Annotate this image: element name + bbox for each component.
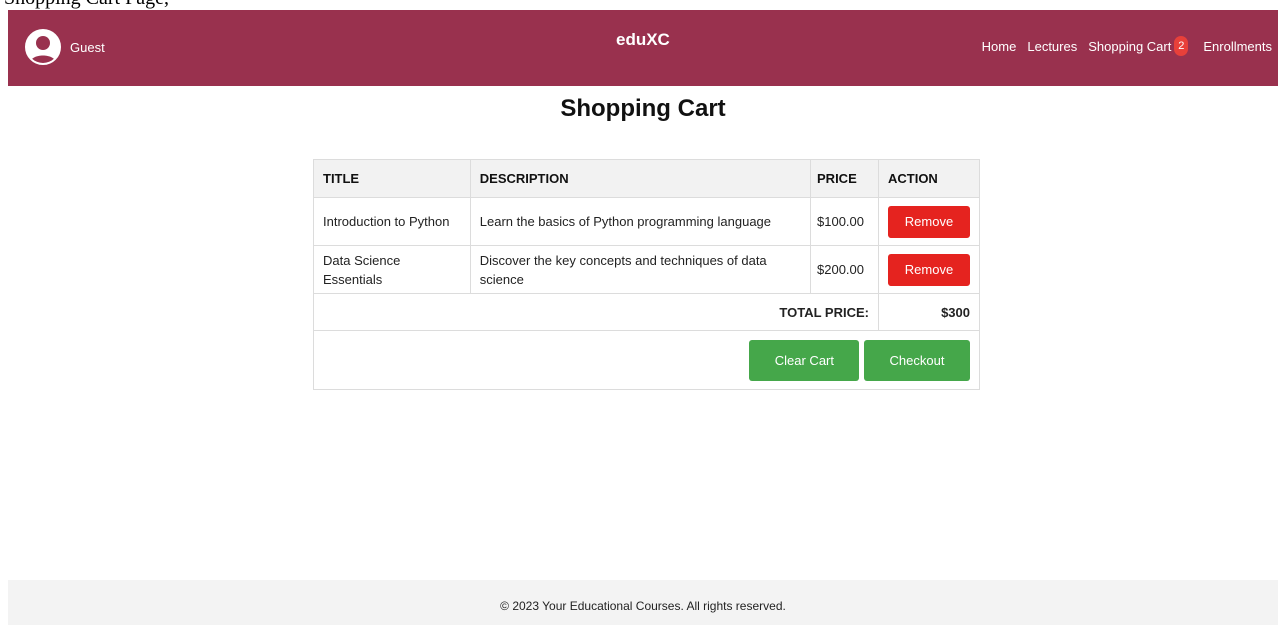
nav-shopping-cart-label: Shopping Cart <box>1088 38 1172 54</box>
nav-links: Home Lectures Shopping Cart 2 Enrollment… <box>971 36 1272 56</box>
item-title: Data Science Essentials <box>313 245 471 294</box>
cart-actions-row: Clear Cart Checkout <box>313 330 980 390</box>
item-action-cell: Remove <box>877 197 981 246</box>
item-price: $200.00 <box>810 245 879 294</box>
brand-logo[interactable]: eduXC <box>616 30 670 50</box>
tab-strip-text: Shopping Cart Page, <box>4 0 169 9</box>
user-avatar-icon[interactable] <box>25 29 61 65</box>
total-row: TOTAL PRICE: $300 <box>313 293 981 331</box>
user-menu[interactable]: Guest <box>25 29 105 65</box>
cart-actions-cell: Clear Cart Checkout <box>313 330 980 390</box>
navbar: Guest eduXC Home Lectures Shopping Cart … <box>8 10 1278 86</box>
item-title: Introduction to Python <box>313 197 471 246</box>
header-action: ACTION <box>877 159 981 198</box>
item-description: Learn the basics of Python programming l… <box>469 197 812 246</box>
item-description: Discover the key concepts and techniques… <box>469 245 812 294</box>
item-price: $100.00 <box>810 197 879 246</box>
checkout-button[interactable]: Checkout <box>864 339 970 381</box>
cart-header-row: TITLE DESCRIPTION PRICE ACTION <box>313 159 981 198</box>
header-title: TITLE <box>313 159 471 198</box>
cart-table: TITLE DESCRIPTION PRICE ACTION Introduct… <box>313 159 981 390</box>
total-price-label: TOTAL PRICE: <box>313 293 879 331</box>
header-price: PRICE <box>810 159 879 198</box>
clear-cart-button[interactable]: Clear Cart <box>749 339 860 381</box>
footer-copyright: © 2023 Your Educational Courses. All rig… <box>500 599 786 613</box>
total-price-value: $300 <box>877 293 981 331</box>
item-action-cell: Remove <box>877 245 981 294</box>
user-name: Guest <box>70 39 105 55</box>
table-row: Data Science Essentials Discover the key… <box>313 245 981 294</box>
page: Shopping Cart Page, Guest eduXC Home Lec… <box>0 0 1286 625</box>
table-row: Introduction to Python Learn the basics … <box>313 197 981 246</box>
remove-button[interactable]: Remove <box>887 253 970 286</box>
nav-lectures-link[interactable]: Lectures <box>1027 39 1077 54</box>
nav-enrollments-link[interactable]: Enrollments <box>1203 39 1272 54</box>
cart-count-badge: 2 <box>1174 36 1189 56</box>
remove-button[interactable]: Remove <box>887 205 970 238</box>
nav-shopping-cart-link[interactable]: Shopping Cart 2 <box>1088 36 1189 56</box>
footer: © 2023 Your Educational Courses. All rig… <box>8 580 1278 625</box>
page-title: Shopping Cart <box>560 95 726 122</box>
browser-tab-strip: Shopping Cart Page, <box>0 0 1286 10</box>
nav-home-link[interactable]: Home <box>982 39 1017 54</box>
header-description: DESCRIPTION <box>469 159 812 198</box>
